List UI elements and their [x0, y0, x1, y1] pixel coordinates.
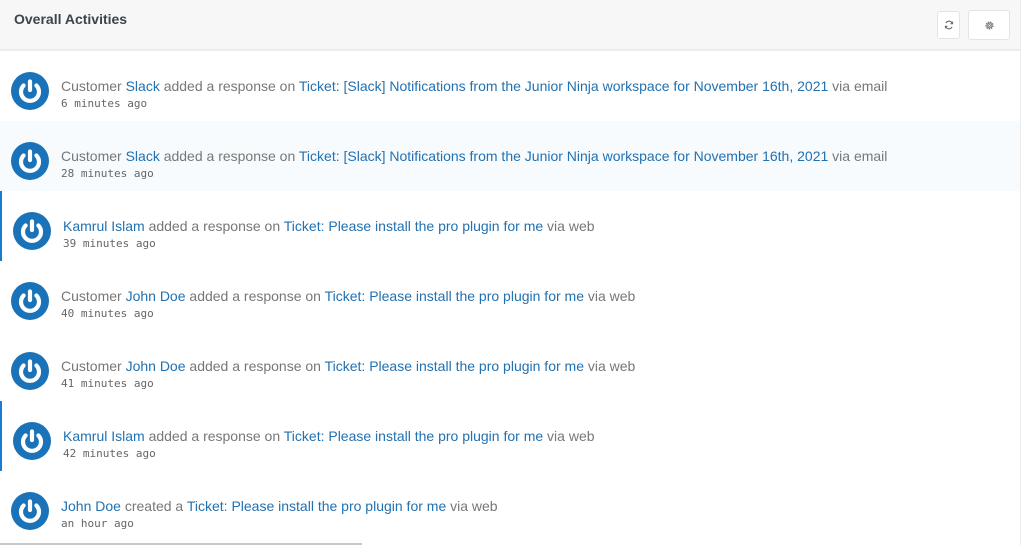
ticket-link[interactable]: Ticket: [Slack] Notifications from the J… [299, 148, 828, 164]
activity-channel: via email [832, 78, 888, 94]
activity-channel: via web [547, 428, 595, 444]
activity-time: an hour ago [61, 517, 134, 530]
avatar-icon [11, 282, 49, 320]
refresh-icon [944, 20, 953, 30]
activity-channel: via email [832, 148, 888, 164]
activity-time: 42 minutes ago [63, 447, 156, 460]
avatar-icon [13, 212, 51, 250]
activity-text: Kamrul Islam added a response on Ticket:… [63, 428, 595, 444]
activity-channel: via web [587, 288, 636, 304]
activity-action: added a response on [189, 288, 325, 304]
avatar-icon [13, 422, 51, 460]
activity-time: 6 minutes ago [61, 97, 148, 110]
ticket-link[interactable]: Ticket: Please install the pro plugin fo… [284, 428, 543, 444]
activity-prefix: Customer [61, 148, 126, 164]
activity-text: Customer John Doe added a response on Ti… [61, 358, 635, 374]
activity-text: John Doe created a Ticket: Please instal… [61, 498, 498, 514]
activities-panel: Overall Activities Customer Slack added … [0, 0, 1021, 545]
activity-action: added a response on [163, 78, 299, 94]
avatar-icon [11, 142, 49, 180]
activity-item: Kamrul Islam added a response on Ticket:… [0, 191, 1020, 261]
activity-channel: via web [587, 358, 636, 374]
activity-text: Customer Slack added a response on Ticke… [61, 78, 887, 94]
actor-link[interactable]: Kamrul Islam [63, 218, 145, 234]
activity-item: John Doe created a Ticket: Please instal… [0, 471, 1020, 541]
activity-action: created a [124, 498, 187, 514]
activity-time: 41 minutes ago [61, 377, 154, 390]
actor-link[interactable]: Kamrul Islam [63, 428, 145, 444]
activity-item: Customer John Doe added a response on Ti… [0, 331, 1020, 401]
activity-prefix: Customer [61, 358, 126, 374]
ticket-link[interactable]: Ticket: Please install the pro plugin fo… [325, 288, 584, 304]
activity-list: Customer Slack added a response on Ticke… [0, 51, 1020, 541]
ticket-link[interactable]: Ticket: Please install the pro plugin fo… [325, 358, 584, 374]
actor-link[interactable]: John Doe [126, 288, 186, 304]
activity-time: 40 minutes ago [61, 307, 154, 320]
activity-prefix: Customer [61, 78, 126, 94]
ticket-link[interactable]: Ticket: [Slack] Notifications from the J… [299, 78, 828, 94]
activity-prefix: Customer [61, 288, 126, 304]
activity-channel: via web [547, 218, 595, 234]
ticket-link[interactable]: Ticket: Please install the pro plugin fo… [187, 498, 446, 514]
activity-item: Customer Slack added a response on Ticke… [0, 51, 1020, 121]
avatar-icon [11, 492, 49, 530]
avatar-icon [11, 352, 49, 390]
activity-text: Customer John Doe added a response on Ti… [61, 288, 635, 304]
activity-time: 28 minutes ago [61, 167, 154, 180]
activity-channel: via web [450, 498, 498, 514]
refresh-button[interactable] [937, 11, 960, 39]
avatar-icon [11, 72, 49, 110]
activity-action: added a response on [163, 148, 299, 164]
activity-time: 39 minutes ago [63, 237, 156, 250]
actor-link[interactable]: John Doe [61, 498, 121, 514]
panel-title: Overall Activities [14, 11, 128, 27]
ticket-link[interactable]: Ticket: Please install the pro plugin fo… [284, 218, 543, 234]
activity-text: Kamrul Islam added a response on Ticket:… [63, 218, 595, 234]
activity-text: Customer Slack added a response on Ticke… [61, 148, 887, 164]
gear-icon [984, 20, 994, 30]
activity-action: added a response on [148, 218, 284, 234]
activity-action: added a response on [148, 428, 284, 444]
activity-item: Customer Slack added a response on Ticke… [0, 121, 1020, 191]
activity-item: Kamrul Islam added a response on Ticket:… [0, 401, 1020, 471]
actor-link[interactable]: John Doe [126, 358, 186, 374]
activity-action: added a response on [189, 358, 325, 374]
activity-item: Customer John Doe added a response on Ti… [0, 261, 1020, 331]
actor-link[interactable]: Slack [126, 78, 160, 94]
settings-button[interactable] [968, 10, 1010, 40]
actor-link[interactable]: Slack [126, 148, 160, 164]
panel-header: Overall Activities [0, 0, 1020, 51]
